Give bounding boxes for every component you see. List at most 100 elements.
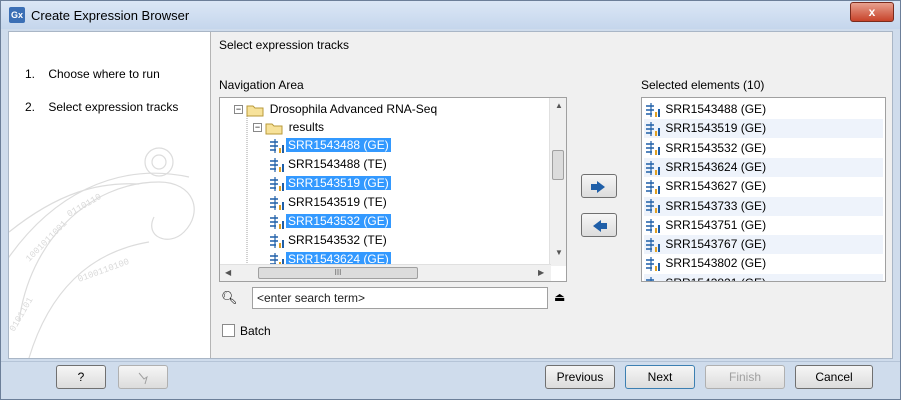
search-placeholder: <enter search term>	[257, 291, 366, 305]
selected-item-label: SRR1543627 (GE)	[665, 179, 767, 194]
help-button[interactable]: ?	[56, 365, 106, 389]
expression-track-icon	[270, 233, 284, 248]
title-bar: Gx Create Expression Browser x	[1, 1, 900, 29]
window-title: Create Expression Browser	[31, 8, 190, 23]
tree-item-label: SRR1543532 (TE)	[288, 233, 387, 247]
restore-icon	[138, 372, 148, 384]
selected-elements-label: Selected elements (10)	[641, 78, 765, 92]
scroll-left-arrow-icon[interactable]: ◀	[225, 268, 231, 277]
search-input[interactable]: <enter search term>	[252, 287, 548, 309]
horizontal-scroll-thumb[interactable]: III	[258, 267, 418, 279]
selected-item-label: SRR1543532 (GE)	[665, 140, 767, 155]
tree-item-label: SRR1543488 (TE)	[288, 157, 387, 171]
tree-vertical-scrollbar[interactable]: ▲ ▼	[549, 98, 566, 266]
selected-item-label: SRR1543821 (GE)	[665, 276, 766, 281]
expression-track-icon	[646, 180, 660, 195]
selected-list-item[interactable]: SRR1543488 (GE)	[644, 100, 883, 119]
tree-item[interactable]: SRR1543488 (GE)	[268, 136, 391, 154]
tree-item-label: SRR1543519 (TE)	[288, 195, 387, 209]
svg-text:0110110: 0110110	[66, 192, 104, 220]
tree-item[interactable]: SRR1543488 (TE)	[268, 155, 389, 173]
step-label: Select expression tracks	[48, 100, 179, 114]
tree-root-label: Drosophila Advanced RNA-Seq	[269, 102, 438, 116]
section-title: Select expression tracks	[219, 38, 350, 52]
folder-icon	[246, 105, 264, 117]
expression-track-icon	[646, 257, 660, 272]
tree-item[interactable]: SRR1543519 (TE)	[268, 193, 389, 211]
dialog-content: 1. Choose where to run 2. Select express…	[8, 31, 893, 359]
selected-list-item[interactable]: SRR1543519 (GE)	[644, 119, 883, 139]
tree-root-row[interactable]: − Drosophila Advanced RNA-Seq	[234, 100, 439, 118]
folder-icon	[265, 123, 283, 135]
expression-track-icon	[646, 141, 660, 156]
collapse-icon[interactable]: −	[253, 123, 262, 133]
wizard-steps-panel: 1. Choose where to run 2. Select express…	[9, 32, 211, 358]
selected-elements-list[interactable]: SRR1543488 (GE) SRR1543519 (GE) SRR15435…	[641, 97, 886, 282]
scroll-down-arrow-icon[interactable]: ▼	[555, 248, 563, 257]
magnifier-icon[interactable]: 🔍︎	[221, 290, 238, 306]
batch-label: Batch	[240, 324, 271, 338]
selected-list-item[interactable]: SRR1543802 (GE)	[644, 254, 883, 273]
previous-button[interactable]: Previous	[545, 365, 615, 389]
expression-track-icon	[270, 157, 284, 172]
navigation-area-label: Navigation Area	[219, 78, 304, 92]
dialog-window: Gx Create Expression Browser x 1. Choose…	[0, 0, 901, 400]
selected-item-label: SRR1543624 (GE)	[665, 159, 767, 174]
remove-button[interactable]	[581, 213, 617, 237]
svg-text:1001011001: 1001011001	[24, 219, 69, 264]
selected-item-label: SRR1543802 (GE)	[665, 256, 767, 271]
cancel-button[interactable]: Cancel	[795, 365, 873, 389]
scroll-up-arrow-icon[interactable]: ▲	[555, 101, 563, 110]
expression-track-icon	[646, 199, 660, 214]
tree-item-label: SRR1543519 (GE)	[286, 176, 391, 190]
arrow-left-icon	[593, 219, 607, 232]
arrow-right-icon	[591, 180, 605, 193]
tree-item[interactable]: SRR1543532 (GE)	[268, 212, 391, 230]
decorative-watermark: 0110110 1001011001 0100110100 0101101	[9, 147, 195, 358]
selected-list-item[interactable]: SRR1543821 (GE)	[644, 273, 883, 281]
eject-icon[interactable]: ⏏	[554, 290, 565, 304]
tree-item[interactable]: SRR1543519 (GE)	[268, 174, 391, 192]
selected-item-label: SRR1543751 (GE)	[665, 217, 767, 232]
selected-item-label: SRR1543519 (GE)	[665, 121, 767, 136]
expression-track-icon	[270, 195, 284, 210]
expression-track-icon	[270, 176, 284, 191]
step-label: Choose where to run	[48, 67, 160, 81]
expression-track-icon	[646, 122, 660, 137]
selected-list-item[interactable]: SRR1543627 (GE)	[644, 177, 883, 196]
selected-list-item[interactable]: SRR1543733 (GE)	[644, 196, 883, 216]
expression-track-icon	[646, 237, 660, 252]
step-select-tracks[interactable]: 2. Select expression tracks	[25, 100, 178, 114]
tree-item[interactable]: SRR1543532 (TE)	[268, 231, 389, 249]
selected-list-item[interactable]: SRR1543624 (GE)	[644, 157, 883, 177]
collapse-icon[interactable]: −	[234, 105, 243, 115]
tree-folder-row[interactable]: − results	[253, 118, 326, 136]
scroll-right-arrow-icon[interactable]: ▶	[538, 268, 544, 277]
tree-item-label: SRR1543532 (GE)	[286, 214, 391, 228]
step-choose-where[interactable]: 1. Choose where to run	[25, 67, 160, 81]
svg-text:0100110100: 0100110100	[77, 257, 131, 285]
navigation-tree[interactable]: − Drosophila Advanced RNA-Seq − results …	[219, 97, 567, 282]
next-button[interactable]: Next	[625, 365, 695, 389]
selected-item-label: SRR1543488 (GE)	[665, 102, 767, 116]
expression-track-icon	[646, 160, 660, 175]
expression-track-icon	[270, 138, 284, 153]
tree-folder-label: results	[288, 120, 325, 134]
add-button[interactable]	[581, 174, 617, 198]
batch-checkbox[interactable]	[222, 324, 235, 337]
tree-horizontal-scrollbar[interactable]: ◀ III ▶	[220, 264, 551, 281]
selected-list-item[interactable]: SRR1543532 (GE)	[644, 139, 883, 158]
selected-list-item[interactable]: SRR1543751 (GE)	[644, 216, 883, 235]
selected-list-item[interactable]: SRR1543767 (GE)	[644, 235, 883, 255]
selected-item-label: SRR1543733 (GE)	[665, 198, 767, 213]
tree-item-label: SRR1543488 (GE)	[286, 138, 391, 152]
selected-item-label: SRR1543767 (GE)	[665, 237, 767, 252]
expression-track-icon	[646, 102, 660, 117]
vertical-scroll-thumb[interactable]	[552, 150, 564, 180]
expression-track-icon	[646, 276, 654, 281]
restore-button[interactable]	[118, 365, 168, 389]
footer-separator	[1, 361, 900, 362]
finish-button[interactable]: Finish	[705, 365, 785, 389]
close-button[interactable]: x	[850, 2, 894, 22]
expression-track-icon	[646, 218, 660, 233]
